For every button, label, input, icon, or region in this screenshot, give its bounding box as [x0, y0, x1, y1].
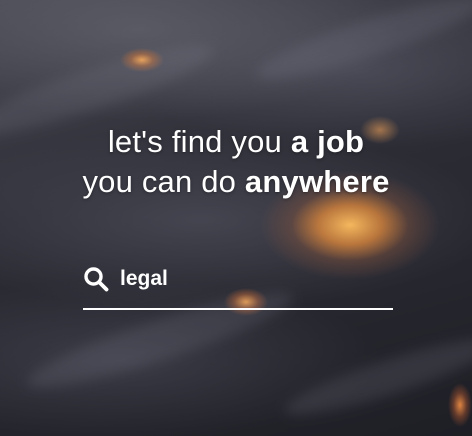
- search-icon[interactable]: [83, 266, 109, 292]
- headline-line-1-text: let's find you: [107, 124, 291, 159]
- headline-line-1-emphasis: a job: [290, 124, 365, 159]
- headline-line-2: you can do anywhere: [0, 162, 472, 202]
- cloud-streak: [280, 326, 472, 428]
- headline-line-2-emphasis: anywhere: [244, 164, 390, 199]
- search-input[interactable]: [120, 264, 380, 294]
- headline-line-2-text: you can do: [82, 164, 245, 199]
- search-underline: [83, 308, 393, 310]
- cloud-streak: [250, 0, 472, 93]
- hero-background: let's find you a job you can do anywhere: [0, 0, 472, 436]
- job-search-bar: [83, 258, 393, 310]
- hero-headline: let's find you a job you can do anywhere: [0, 122, 472, 202]
- headline-line-1: let's find you a job: [0, 122, 472, 162]
